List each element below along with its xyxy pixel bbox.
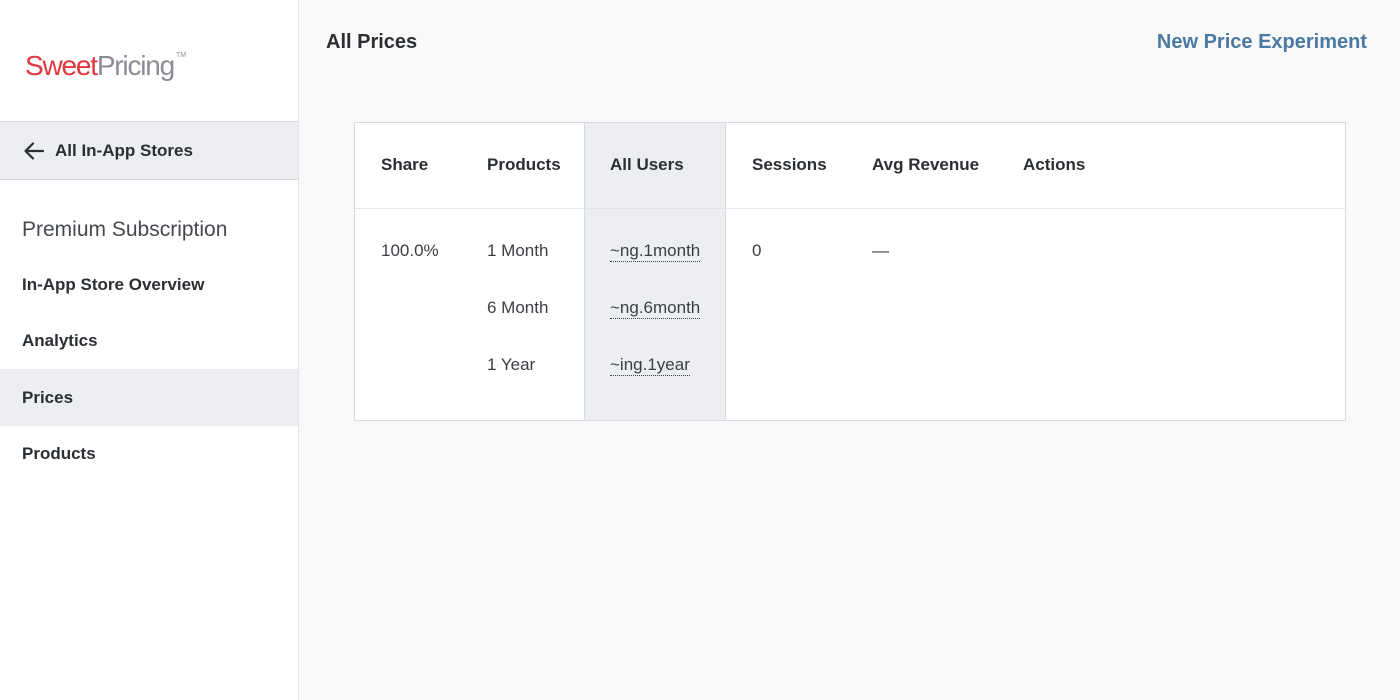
product-id-link[interactable]: ~ng.6month — [610, 298, 701, 319]
product-name: 6 Month — [487, 298, 549, 317]
logo-trademark: TM — [176, 52, 187, 59]
avg-revenue-value: — — [872, 241, 889, 260]
sweetpricing-logo[interactable]: Sweet Pricing TM — [25, 50, 186, 82]
column-header-share: Share — [381, 155, 429, 174]
logo-text-sweet: Sweet — [25, 50, 98, 81]
back-to-stores-label: All In-App Stores — [55, 140, 193, 160]
sidebar-item-analytics[interactable]: Analytics — [0, 312, 298, 369]
product-id-link[interactable]: ~ing.1year — [610, 355, 690, 376]
arrow-left-icon — [22, 139, 46, 163]
page-title: All Prices — [326, 31, 418, 53]
product-name: 1 Month — [487, 241, 549, 260]
column-header-actions: Actions — [1023, 155, 1086, 174]
new-price-experiment-link[interactable]: New Price Experiment — [1157, 31, 1367, 54]
sidebar-item-products[interactable]: Products — [0, 425, 298, 482]
prices-table: Share Products All Users Sessions Avg Re… — [354, 122, 1346, 421]
sidebar-item-prices[interactable]: Prices — [0, 369, 298, 426]
logo-text-pricing: Pricing — [96, 50, 175, 81]
column-header-avg-revenue: Avg Revenue — [872, 155, 980, 174]
back-to-stores-link[interactable]: All In-App Stores — [0, 121, 298, 180]
product-id-link[interactable]: ~ng.1month — [610, 241, 701, 262]
column-header-sessions: Sessions — [752, 155, 827, 174]
table-header-divider — [355, 208, 1345, 209]
product-name: 1 Year — [487, 355, 536, 374]
column-header-products: Products — [487, 155, 561, 174]
app-section-title: Premium Subscription — [22, 218, 228, 241]
share-value: 100.0% — [381, 241, 439, 260]
sessions-value: 0 — [752, 241, 762, 260]
sidebar-item-in-app-store-overview[interactable]: In-App Store Overview — [0, 256, 298, 313]
sidebar: Sweet Pricing TM All In-App Stores Premium… — [0, 0, 299, 700]
column-header-all-users: All Users — [610, 155, 684, 174]
